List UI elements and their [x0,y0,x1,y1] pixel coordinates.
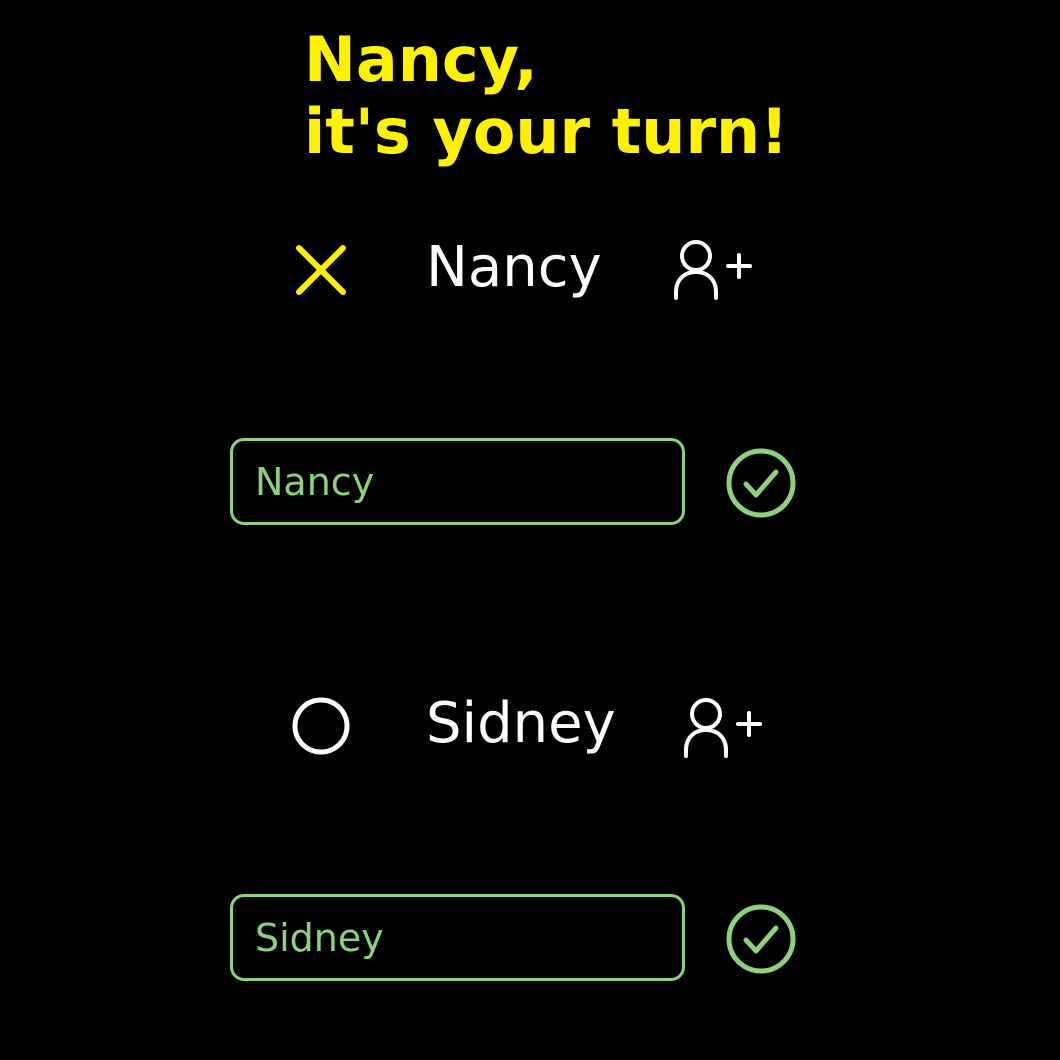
player-name-1: Nancy [426,235,602,300]
turn-heading-line2: it's your turn! [304,95,789,168]
circle-o-icon [289,694,353,758]
check-circle-icon [726,904,796,974]
confirm-button-1[interactable] [724,446,798,520]
name-field-2 [230,894,685,981]
turn-heading: Nancy, it's your turn! [304,24,788,168]
add-user-button-1[interactable] [670,236,754,300]
x-icon [289,238,353,302]
confirm-button-2[interactable] [724,902,798,976]
add-user-button-2[interactable] [680,694,764,758]
player-row-2: Sidney [0,684,1060,774]
player-row-1: Nancy [0,228,1060,318]
turn-heading-line1: Nancy, [304,23,538,96]
add-user-icon [674,240,752,300]
player-name-input-1[interactable] [230,438,685,525]
check-circle-icon [726,448,796,518]
add-user-icon [684,698,762,758]
player-name-input-2[interactable] [230,894,685,981]
player-name-2: Sidney [426,691,616,756]
name-field-1 [230,438,685,525]
